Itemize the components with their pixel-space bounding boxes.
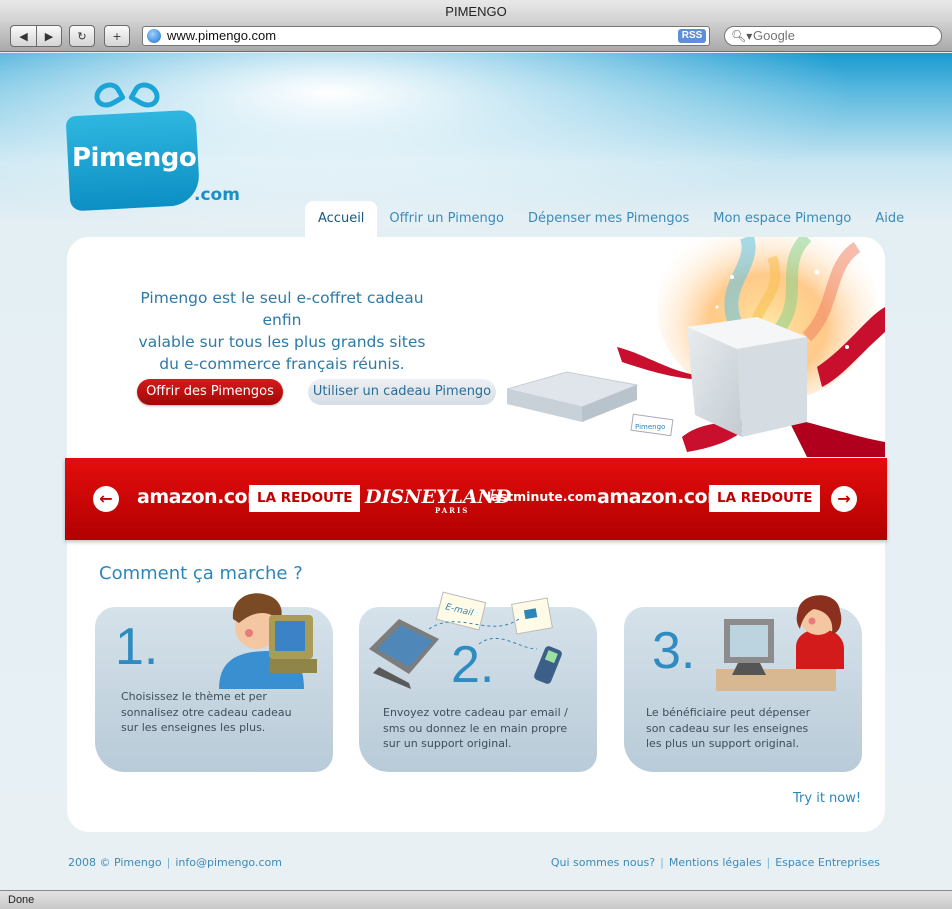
footer-links: Qui sommes nous? | Mentions légales | Espace… [550,856,880,869]
man-computer-illustration [219,593,317,689]
add-bookmark-button[interactable]: + [104,25,130,47]
devices-illustration: E-mail [369,591,562,689]
arrow-right-icon: → [837,489,851,508]
tab-mon-espace[interactable]: Mon espace Pimengo [701,201,863,237]
footer-link-about[interactable]: Qui sommes nous? [551,856,655,869]
step-number: 3. [652,622,696,680]
footer-link-legal[interactable]: Mentions légales [669,856,762,869]
tab-accueil[interactable]: Accueil [305,201,378,237]
forward-button[interactable]: ▶ [36,25,62,47]
hero-line-2: valable sur tous les plus grands sites [138,333,426,351]
url-text: www.pimengo.com [167,28,277,43]
hero-line-1: Pimengo est le seul e-coffret cadeau enf… [140,289,424,329]
main-nav: Accueil Offrir un Pimengo Dépenser mes P… [305,201,916,237]
try-it-now-link[interactable]: Try it now! [793,791,861,806]
footer-left: 2008 © Pimengo | info@pimengo.com [68,856,282,869]
footer-link-business[interactable]: Espace Entreprises [775,856,880,869]
step-description: Le bénéficiaire peut dépenser son cadeau… [646,706,811,750]
forward-arrow-icon: ▶ [44,29,54,43]
open-gift-box-illustration: Pimengo [507,237,885,457]
rss-button[interactable]: RSS [678,29,706,43]
search-icon: 🔍︎▾ [731,29,753,43]
tab-depenser[interactable]: Dépenser mes Pimengos [516,201,701,237]
partner-amazon[interactable]: amazon.com [597,482,727,512]
hero-line-3: du e-commerce français réunis. [159,355,405,373]
window-title: PIMENGO [0,0,952,24]
use-gift-button[interactable]: Utiliser un cadeau Pimengo [308,379,496,405]
logo-text: Pimengo [72,143,197,173]
partner-la-redoute[interactable]: LA REDOUTE [709,485,821,512]
step-card-2: 2. Envoyez votre cadeau par email / sms … [359,591,597,772]
tab-offrir[interactable]: Offrir un Pimengo [377,201,516,237]
search-field[interactable]: 🔍︎▾ [724,26,942,46]
arrow-left-icon: ← [99,489,113,508]
bow-right-icon [127,77,165,113]
offer-pimengos-button[interactable]: Offrir des Pimengos [137,379,283,405]
back-button[interactable]: ◀ [10,25,36,47]
browser-toolbar: ◀ ▶ ↻ + www.pimengo.com RSS 🔍︎▾ [0,22,952,52]
step-card-3: 3. Le bénéficiaire peut dépenser son cad… [624,595,862,772]
globe-icon [147,29,161,43]
plus-icon: + [112,29,122,43]
back-forward-group: ◀ ▶ [10,25,62,47]
gift-tag-label: Pimengo [635,423,665,431]
web-page: Pimengo .com Accueil Offrir un Pimengo D… [0,53,952,890]
copyright-text: 2008 © Pimengo [68,856,162,869]
step-description: Envoyez votre cadeau par email / sms ou … [383,706,568,750]
address-bar[interactable]: www.pimengo.com RSS [142,26,710,46]
back-arrow-icon: ◀ [19,29,28,43]
partner-lastminute[interactable]: lastminute.com [487,482,596,512]
step-number: 1. [115,618,159,676]
step-card-1: 1. Choisissez le thème et per sonnalisez… [95,593,333,772]
site-logo[interactable]: Pimengo .com [65,77,240,216]
hero-tagline: Pimengo est le seul e-coffret cadeau enf… [127,287,437,375]
woman-computer-illustration [716,595,844,691]
next-arrow-button[interactable]: → [831,486,857,512]
partner-banner: ← amazon.com LA REDOUTE DISNEYLAND PARIS… [65,458,887,540]
status-bar: Done [0,890,952,909]
disneyland-paris: PARIS [435,506,470,515]
search-input[interactable] [753,28,933,43]
contact-email-link[interactable]: info@pimengo.com [175,856,282,869]
logo-suffix: .com [194,185,240,205]
reload-button[interactable]: ↻ [69,25,95,47]
partner-amazon[interactable]: amazon.com [137,482,267,512]
partner-la-redoute[interactable]: LA REDOUTE [249,485,361,512]
tab-aide[interactable]: Aide [863,201,916,237]
how-title: Comment ça marche ? [99,563,303,584]
prev-arrow-button[interactable]: ← [93,486,119,512]
bow-left-icon [89,77,127,113]
reload-icon: ↻ [77,29,87,43]
